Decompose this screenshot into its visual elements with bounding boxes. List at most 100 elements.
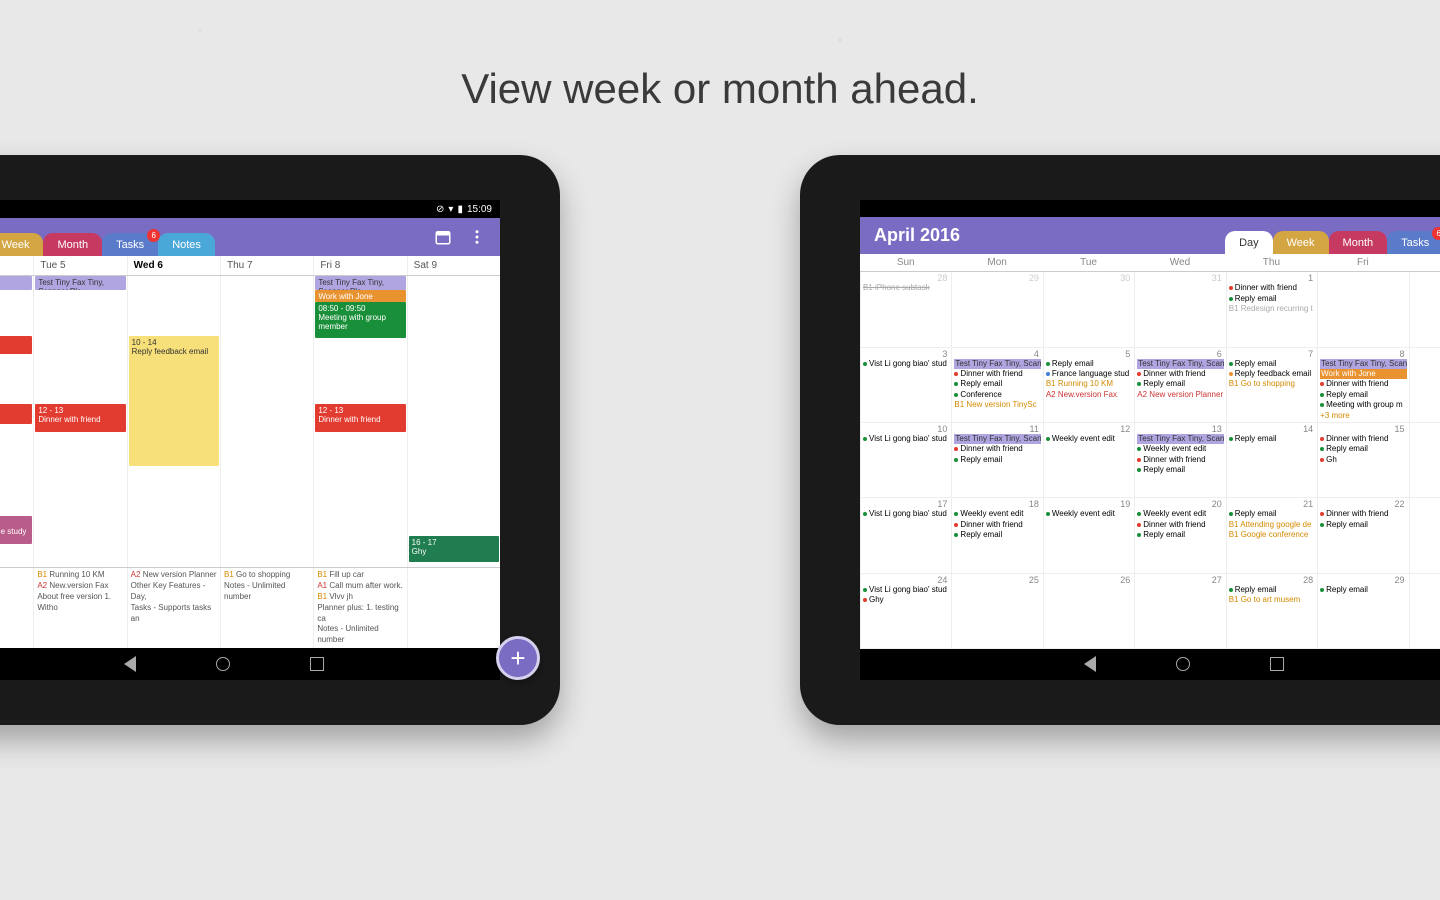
home-button[interactable]: [1176, 657, 1190, 671]
event[interactable]: 12 - 13Dinner with friend: [35, 404, 125, 432]
status-bar: ⊘ ▾ ▮ 15:09: [0, 200, 500, 218]
event[interactable]: 12 - 13Dinner with friend: [315, 404, 405, 432]
event[interactable]: 10 - 14Reply feedback email: [129, 336, 219, 466]
no-sim-icon: ⊘: [436, 204, 444, 215]
event[interactable]: 16 - 17Ghy: [409, 536, 499, 562]
add-fab[interactable]: +: [496, 636, 540, 680]
month-cell[interactable]: [1409, 348, 1440, 422]
recents-button[interactable]: [1270, 657, 1284, 671]
battery-icon: ▮: [457, 204, 463, 215]
month-cell[interactable]: 25: [951, 574, 1042, 648]
month-cell[interactable]: [1409, 423, 1440, 497]
month-row: 24Vist Li gong biao' studGhy25262728Repl…: [860, 574, 1440, 649]
tab-month[interactable]: Month: [43, 233, 102, 256]
event[interactable]: [0, 336, 32, 354]
week-day-headers: Mon 4 Tue 5 Wed 6 Thu 7 Fri 8 Sat 9: [0, 256, 500, 276]
month-cell[interactable]: 7Reply emailReply feedback emailB1 Go to…: [1226, 348, 1317, 422]
month-dow-header: Sun Mon Tue Wed Thu Fri: [860, 254, 1440, 272]
event[interactable]: Work with Jone: [315, 290, 405, 302]
day-tasks[interactable]: B1 Go to shoppingNotes - Unlimited numbe…: [220, 568, 313, 648]
month-cell[interactable]: 12Weekly event edit: [1043, 423, 1134, 497]
tab-tasks[interactable]: Tasks6: [1387, 231, 1440, 254]
event[interactable]: Test Tiny Fax Tiny, Scanner,Pla...: [35, 276, 125, 290]
week-grid[interactable]: 15:30 - 16:30France language study Test …: [0, 276, 500, 567]
month-cell[interactable]: 29Reply email: [1317, 574, 1408, 648]
day-tasks[interactable]: B1 Fill up carA1 Call mum after work.B1 …: [313, 568, 406, 648]
month-cell[interactable]: [1409, 272, 1440, 346]
back-button[interactable]: [1076, 656, 1096, 672]
event[interactable]: 08:50 - 09:50Meeting with group member: [315, 302, 405, 338]
day-header[interactable]: Sat 9: [407, 256, 500, 275]
day-tasks[interactable]: Scanne great,: [0, 568, 33, 648]
day-tasks[interactable]: [407, 568, 500, 648]
month-cell[interactable]: [1409, 574, 1440, 648]
month-cell[interactable]: 19Weekly event edit: [1043, 498, 1134, 572]
back-button[interactable]: [116, 656, 136, 672]
month-cell[interactable]: 31: [1134, 272, 1225, 346]
tab-month[interactable]: Month: [1329, 231, 1388, 254]
month-cell[interactable]: 13Test Tiny Fax Tiny, ScanWeekly event e…: [1134, 423, 1225, 497]
month-cell[interactable]: 29: [951, 272, 1042, 346]
event[interactable]: [0, 404, 32, 424]
wifi-icon: ▾: [448, 204, 453, 215]
day-header[interactable]: Wed 6: [127, 256, 220, 275]
month-cell[interactable]: 21Reply emailB1 Attending google deB1 Go…: [1226, 498, 1317, 572]
month-cell[interactable]: 1Dinner with friendReply emailB1 Redesig…: [1226, 272, 1317, 346]
dow: Fri: [1317, 254, 1408, 271]
month-cell[interactable]: 3Vist Li gong biao' stud: [860, 348, 951, 422]
month-cell[interactable]: 5Reply emailFrance language studB1 Runni…: [1043, 348, 1134, 422]
view-tabs: Day Week Month Tasks6 Notes: [1225, 217, 1440, 254]
month-cell[interactable]: 27: [1134, 574, 1225, 648]
home-button[interactable]: [216, 657, 230, 671]
android-navbar: [0, 648, 500, 680]
dow: Wed: [1134, 254, 1225, 271]
dow: [1409, 254, 1440, 271]
tablet-month: April 2016 Day Week Month Tasks6 Notes S…: [800, 155, 1440, 725]
month-cell[interactable]: 11Test Tiny Fax Tiny, ScanDinner with fr…: [951, 423, 1042, 497]
month-cell[interactable]: [1317, 272, 1408, 346]
month-cell[interactable]: 28Reply emailB1 Go to art musem: [1226, 574, 1317, 648]
tab-notes[interactable]: Notes: [158, 233, 215, 256]
tab-tasks[interactable]: Tasks6: [102, 233, 158, 256]
month-cell[interactable]: 14Reply email: [1226, 423, 1317, 497]
event[interactable]: Test Tiny Fax Tiny, Scanner,Pla...: [315, 276, 405, 290]
tab-week[interactable]: Week: [0, 233, 43, 256]
month-cell[interactable]: 30: [1043, 272, 1134, 346]
event[interactable]: 15:30 - 16:30France language study: [0, 516, 32, 544]
month-cell[interactable]: 15Dinner with friendReply emailGh: [1317, 423, 1408, 497]
event[interactable]: [0, 276, 32, 290]
dow: Mon: [951, 254, 1042, 271]
day-header[interactable]: Fri 8: [313, 256, 406, 275]
tasks-badge: 6: [1432, 227, 1440, 240]
overflow-menu-icon[interactable]: [468, 228, 486, 246]
month-cell[interactable]: 26: [1043, 574, 1134, 648]
month-cell[interactable]: 24Vist Li gong biao' studGhy: [860, 574, 951, 648]
dow: Tue: [1043, 254, 1134, 271]
day-header[interactable]: Tue 5: [33, 256, 126, 275]
month-grid: Sun Mon Tue Wed Thu Fri 28B1 iPhone subt…: [860, 254, 1440, 649]
recents-button[interactable]: [310, 657, 324, 671]
month-row: 17Vist Li gong biao' stud18Weekly event …: [860, 498, 1440, 573]
month-cell[interactable]: 28B1 iPhone subtask: [860, 272, 951, 346]
day-header[interactable]: Thu 7: [220, 256, 313, 275]
dow: Thu: [1226, 254, 1317, 271]
month-cell[interactable]: 17Vist Li gong biao' stud: [860, 498, 951, 572]
tab-day[interactable]: Day: [1225, 231, 1273, 254]
month-cell[interactable]: 10Vist Li gong biao' stud: [860, 423, 951, 497]
month-cell[interactable]: 20Weekly event editDinner with friendRep…: [1134, 498, 1225, 572]
month-cell[interactable]: 6Test Tiny Fax Tiny, ScanDinner with fri…: [1134, 348, 1225, 422]
status-bar: [860, 200, 1440, 217]
today-icon[interactable]: [434, 228, 452, 246]
month-cell[interactable]: 18Weekly event editDinner with friendRep…: [951, 498, 1042, 572]
month-cell[interactable]: [1409, 498, 1440, 572]
app-header: Day Week Month Tasks6 Notes: [0, 218, 500, 256]
month-cell[interactable]: 8Test Tiny Fax Tiny, ScanWork with JoneD…: [1317, 348, 1408, 422]
day-header[interactable]: Mon 4: [0, 256, 33, 275]
month-cell[interactable]: 22Dinner with friendReply email: [1317, 498, 1408, 572]
clock: 15:09: [467, 204, 492, 215]
month-row: 3Vist Li gong biao' stud4Test Tiny Fax T…: [860, 348, 1440, 423]
day-tasks[interactable]: A2 New version PlannerOther Key Features…: [127, 568, 220, 648]
tab-week[interactable]: Week: [1273, 231, 1329, 254]
month-cell[interactable]: 4Test Tiny Fax Tiny, ScanDinner with fri…: [951, 348, 1042, 422]
day-tasks[interactable]: B1 Running 10 KMA2 New.version FaxAbout …: [33, 568, 126, 648]
